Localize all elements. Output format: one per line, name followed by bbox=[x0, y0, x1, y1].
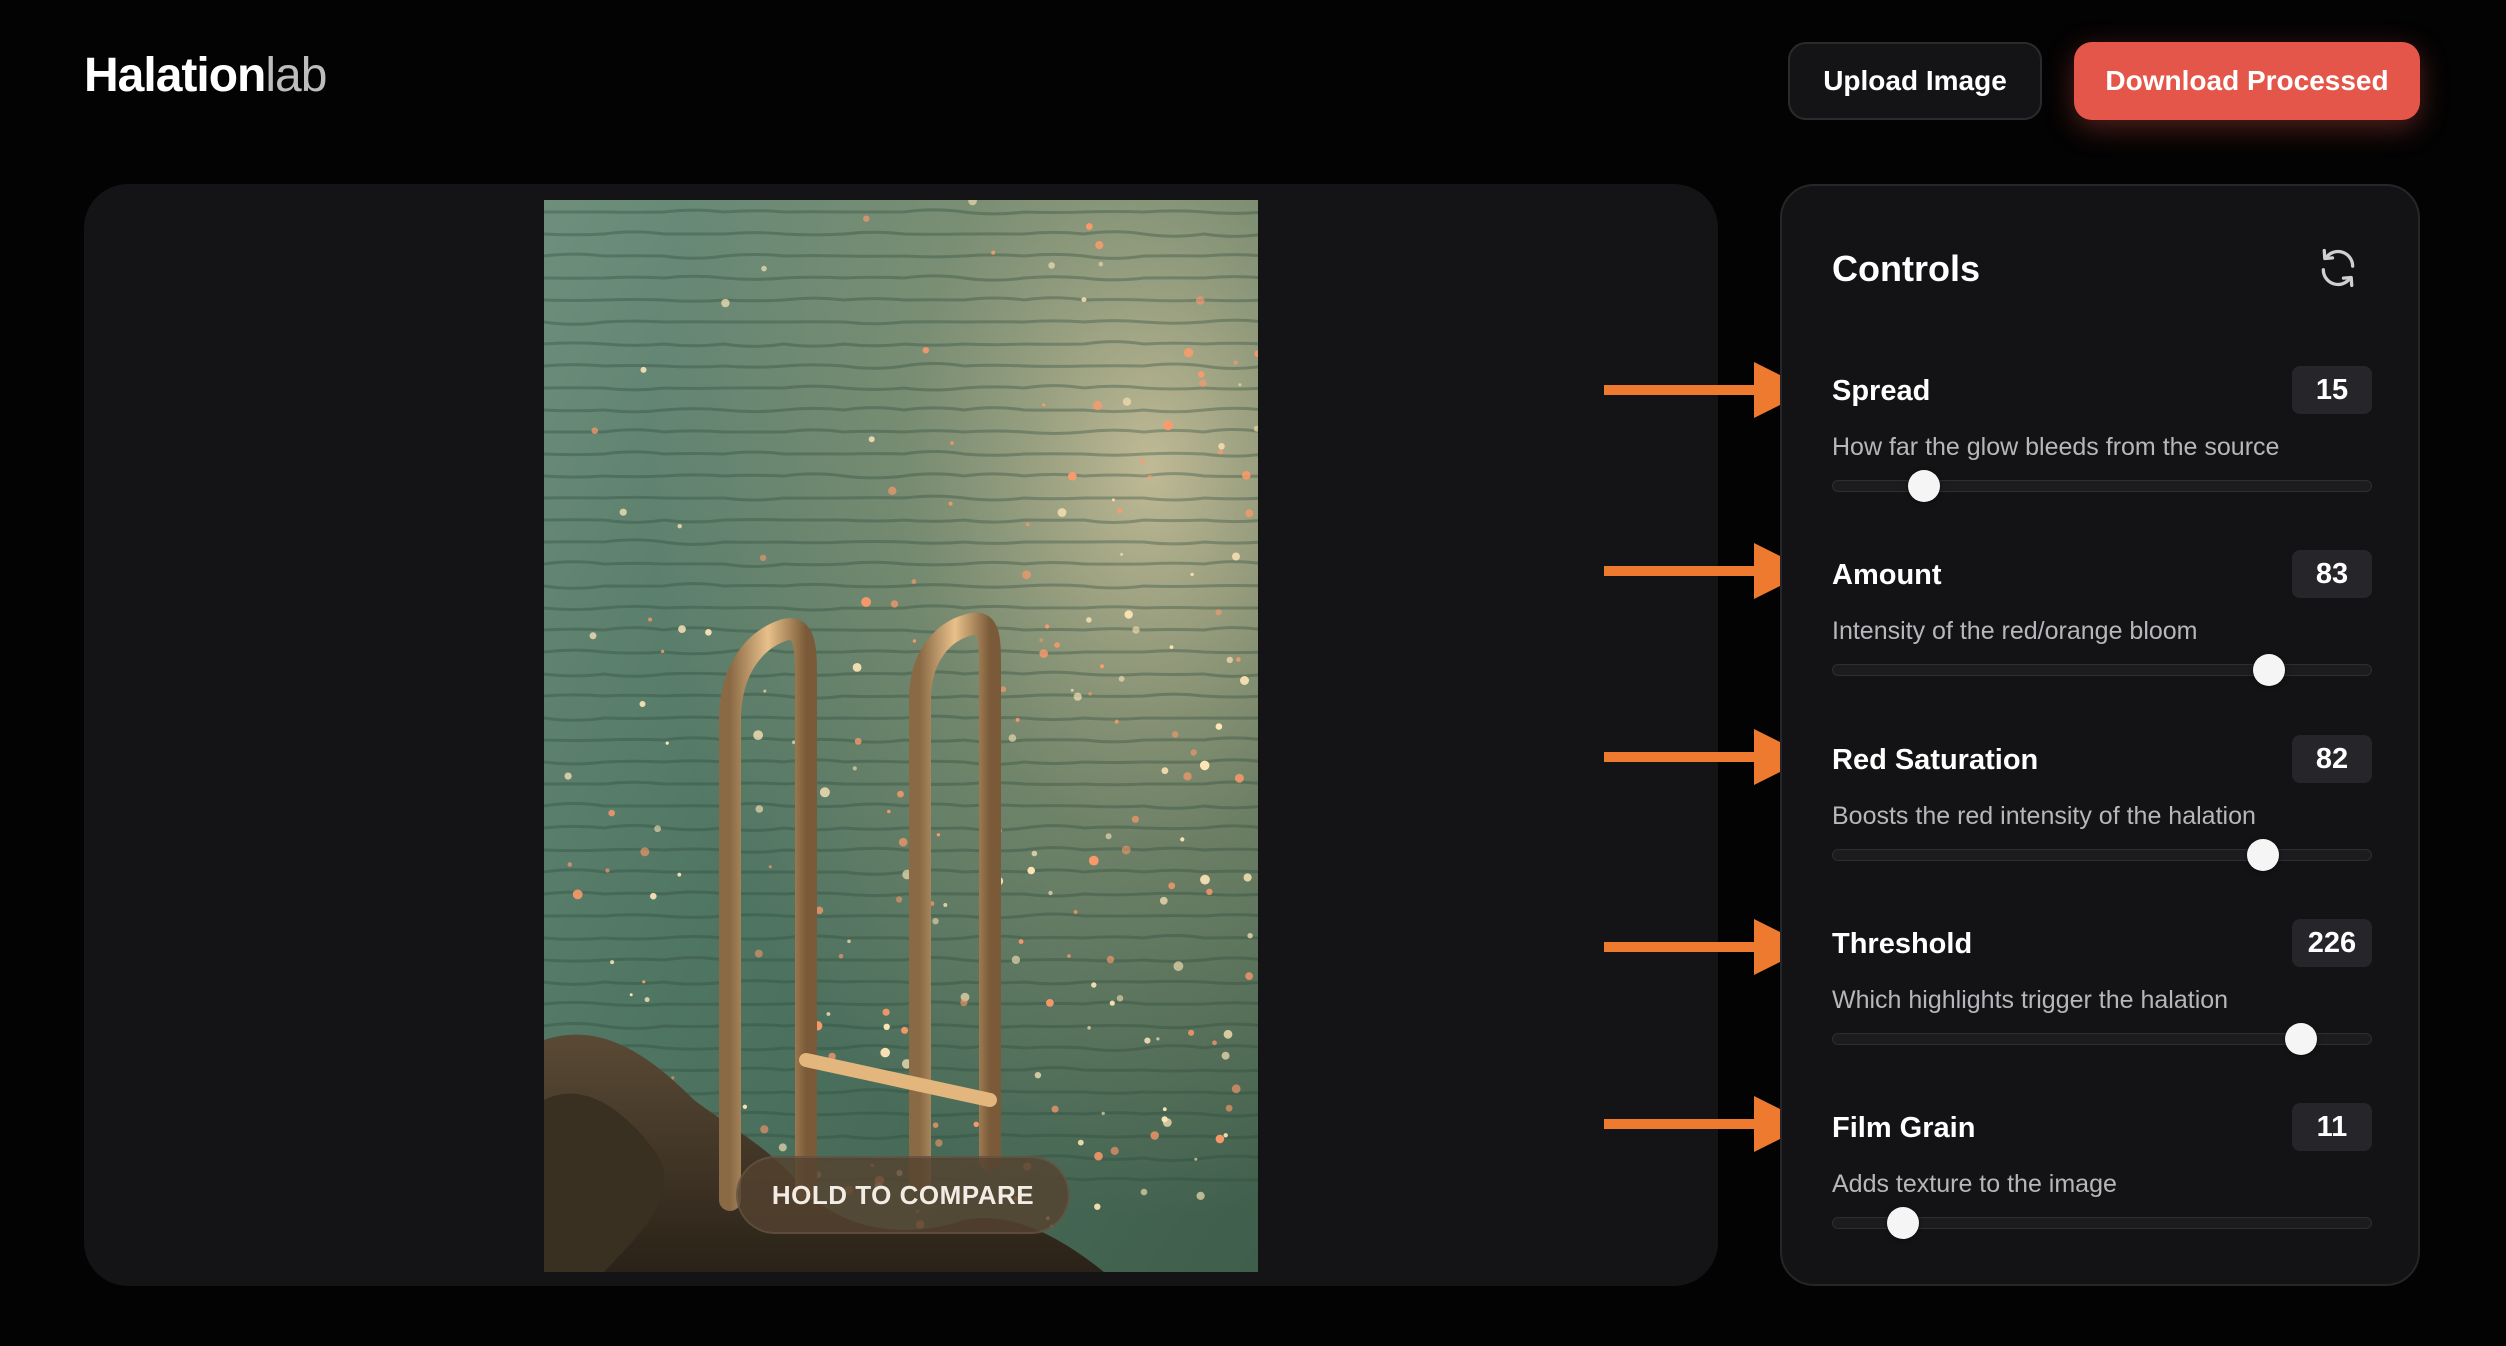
threshold-slider[interactable] bbox=[1832, 1023, 2372, 1055]
control-label: Red Saturation bbox=[1832, 744, 2039, 776]
control-spread: Spread 15 How far the glow bleeds from t… bbox=[1832, 366, 2372, 524]
control-label: Threshold bbox=[1832, 928, 1973, 960]
control-red-saturation: Red Saturation 82 Boosts the red intensi… bbox=[1832, 735, 2372, 893]
logo-text-light: lab bbox=[265, 49, 327, 102]
logo-text-strong: Halation bbox=[84, 49, 266, 102]
preview-image[interactable]: HOLD TO COMPARE bbox=[544, 200, 1258, 1272]
control-label: Spread bbox=[1832, 375, 1931, 407]
spread-slider[interactable] bbox=[1832, 470, 2372, 502]
control-description: Intensity of the red/orange bloom bbox=[1832, 617, 2198, 645]
amount-slider[interactable] bbox=[1832, 654, 2372, 686]
upload-image-button[interactable]: Upload Image bbox=[1788, 42, 2042, 120]
control-film-grain: Film Grain 11 Adds texture to the image bbox=[1832, 1103, 2372, 1261]
controls-panel: Controls Spread 15 How far the glow blee… bbox=[1780, 184, 2420, 1286]
control-description: Boosts the red intensity of the halation bbox=[1832, 802, 2256, 830]
hold-to-compare-button[interactable]: HOLD TO COMPARE bbox=[736, 1156, 1070, 1234]
slider-thumb[interactable] bbox=[2285, 1023, 2318, 1055]
control-description: Adds texture to the image bbox=[1832, 1170, 2117, 1198]
slider-thumb[interactable] bbox=[2247, 839, 2280, 871]
red-saturation-slider[interactable] bbox=[1832, 839, 2372, 871]
controls-title: Controls bbox=[1832, 248, 1980, 289]
app-logo: Halationlab bbox=[84, 49, 327, 102]
control-label: Film Grain bbox=[1832, 1112, 1976, 1144]
download-processed-button[interactable]: Download Processed bbox=[2074, 42, 2420, 120]
control-description: How far the glow bleeds from the source bbox=[1832, 433, 2280, 461]
slider-thumb[interactable] bbox=[1886, 1207, 1919, 1239]
control-label: Amount bbox=[1832, 559, 1942, 591]
control-value[interactable]: 82 bbox=[2292, 735, 2372, 783]
control-amount: Amount 83 Intensity of the red/orange bl… bbox=[1832, 550, 2372, 708]
control-value[interactable]: 83 bbox=[2292, 550, 2372, 598]
refresh-icon[interactable] bbox=[2316, 246, 2360, 290]
control-value[interactable]: 226 bbox=[2292, 919, 2372, 967]
control-value[interactable]: 11 bbox=[2292, 1103, 2372, 1151]
slider-thumb[interactable] bbox=[2252, 654, 2285, 686]
control-threshold: Threshold 226 Which highlights trigger t… bbox=[1832, 919, 2372, 1077]
film-grain-slider[interactable] bbox=[1832, 1207, 2372, 1239]
image-preview-panel: HOLD TO COMPARE bbox=[84, 184, 1718, 1286]
control-value[interactable]: 15 bbox=[2292, 366, 2372, 414]
app-root: Halationlab Upload Image Download Proces… bbox=[0, 0, 2506, 1346]
slider-thumb[interactable] bbox=[1908, 470, 1941, 502]
control-description: Which highlights trigger the halation bbox=[1832, 986, 2229, 1014]
